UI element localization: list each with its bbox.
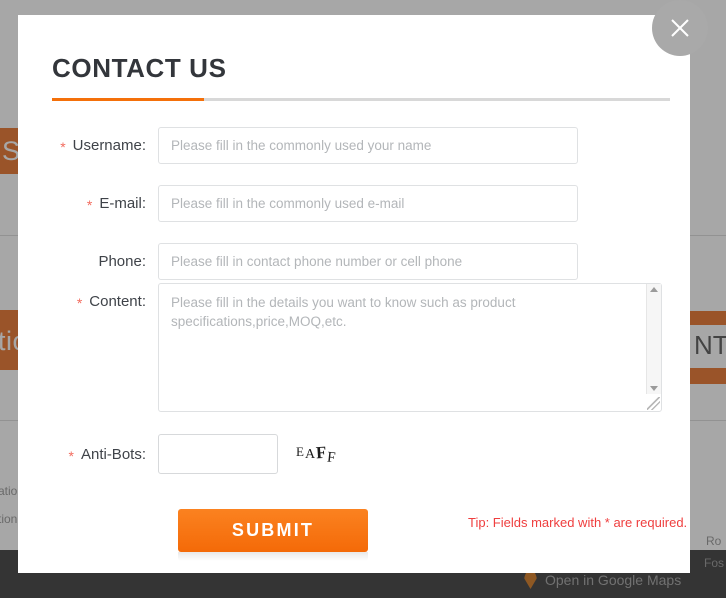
scroll-down-arrow-icon[interactable]	[650, 386, 658, 391]
email-label: E-mail:	[99, 194, 146, 212]
title-rule-accent	[52, 98, 204, 101]
username-label-wrap: * Username:	[18, 127, 158, 163]
scroll-up-arrow-icon[interactable]	[650, 287, 658, 292]
required-asterisk: *	[86, 196, 93, 213]
submit-button[interactable]: SUBMIT	[178, 509, 368, 552]
captcha-char-2: A	[304, 447, 317, 462]
screen: S tio NT atio tion Open in Google Maps R…	[0, 0, 726, 598]
close-icon[interactable]	[652, 0, 708, 56]
captcha-image[interactable]: E A F F	[296, 434, 338, 474]
page-title: CONTACT US	[52, 53, 227, 83]
phone-label-wrap: Phone:	[18, 243, 158, 279]
antibots-label: Anti-Bots:	[80, 445, 146, 463]
required-asterisk: *	[76, 294, 83, 311]
antibots-input[interactable]	[158, 434, 278, 474]
textarea-scrollbar[interactable]	[646, 284, 661, 394]
required-fields-tip: Tip: Fields marked with * are required.	[468, 515, 688, 530]
contact-us-modal: CONTACT US * Username: * E-mail:	[18, 0, 708, 573]
required-asterisk: *	[60, 138, 66, 155]
content-label: Content:	[89, 292, 146, 310]
email-input[interactable]	[158, 185, 578, 222]
email-label-wrap: * E-mail:	[18, 185, 158, 221]
phone-input[interactable]	[158, 243, 578, 280]
content-textarea-wrap	[158, 283, 662, 412]
username-label: Username:	[72, 136, 146, 154]
form-row-content: * Content:	[18, 283, 662, 412]
form-row-phone: Phone:	[18, 243, 578, 280]
form-row-username: * Username:	[18, 127, 578, 164]
phone-label: Phone:	[98, 252, 146, 270]
captcha-char-1: E	[296, 444, 305, 459]
resize-handle-icon[interactable]	[647, 397, 660, 410]
content-label-wrap: * Content:	[18, 283, 158, 319]
content-textarea[interactable]	[158, 283, 662, 412]
submit-button-shadow	[178, 552, 368, 561]
form-row-antibots: * Anti-Bots: E A F F	[18, 434, 338, 474]
username-input[interactable]	[158, 127, 578, 164]
form-row-email: * E-mail:	[18, 185, 578, 222]
antibots-label-wrap: * Anti-Bots:	[18, 434, 158, 474]
captcha-char-4: F	[326, 449, 338, 466]
required-asterisk: *	[68, 447, 74, 464]
